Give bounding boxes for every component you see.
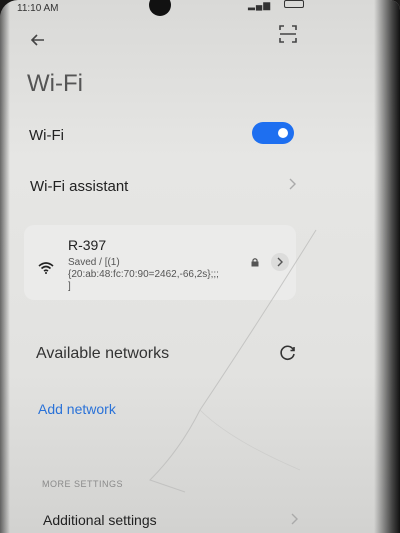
additional-settings-item[interactable]: Additional settings	[43, 512, 157, 528]
network-name: R-397	[68, 237, 107, 253]
status-bar: 11:10 AM ▂▄▆	[0, 0, 400, 20]
add-network-link[interactable]: Add network	[38, 401, 116, 417]
chevron-right-icon	[289, 178, 296, 190]
wifi-assistant-item[interactable]: Wi-Fi assistant	[30, 178, 128, 195]
wifi-signal-icon	[38, 262, 54, 274]
chevron-right-icon	[291, 513, 298, 525]
network-status: Saved / [(1) {20:ab:48:fc:70:90=2462,-66…	[68, 257, 248, 293]
device-edge-right	[374, 0, 400, 533]
chevron-right-icon	[277, 257, 283, 267]
wifi-toggle-label: Wi-Fi	[29, 127, 64, 144]
network-details-button[interactable]	[271, 253, 289, 271]
more-settings-header: MORE SETTINGS	[42, 479, 124, 489]
settings-screen: 11:10 AM ▂▄▆ Wi-Fi Wi-Fi Wi-Fi assistant…	[0, 0, 400, 533]
scan-icon[interactable]	[278, 24, 298, 44]
signal-icon: ▂▄▆	[248, 0, 272, 10]
available-networks-heading: Available networks	[36, 345, 170, 362]
network-detail-line: {20:ab:48:fc:70:90=2462,-66,2s};;;	[68, 269, 219, 280]
wifi-toggle[interactable]	[252, 122, 294, 144]
refresh-icon[interactable]	[279, 344, 297, 362]
camera-notch	[149, 0, 171, 16]
toggle-knob	[278, 128, 288, 138]
battery-icon	[284, 0, 304, 8]
lock-icon	[251, 258, 259, 267]
network-detail-line: ]	[68, 281, 71, 292]
device-edge-left	[0, 0, 10, 533]
page-title: Wi-Fi	[27, 70, 83, 97]
status-time: 11:10 AM	[17, 3, 59, 14]
network-detail-line: Saved / [(1)	[68, 257, 120, 268]
back-arrow-icon[interactable]	[28, 30, 48, 50]
